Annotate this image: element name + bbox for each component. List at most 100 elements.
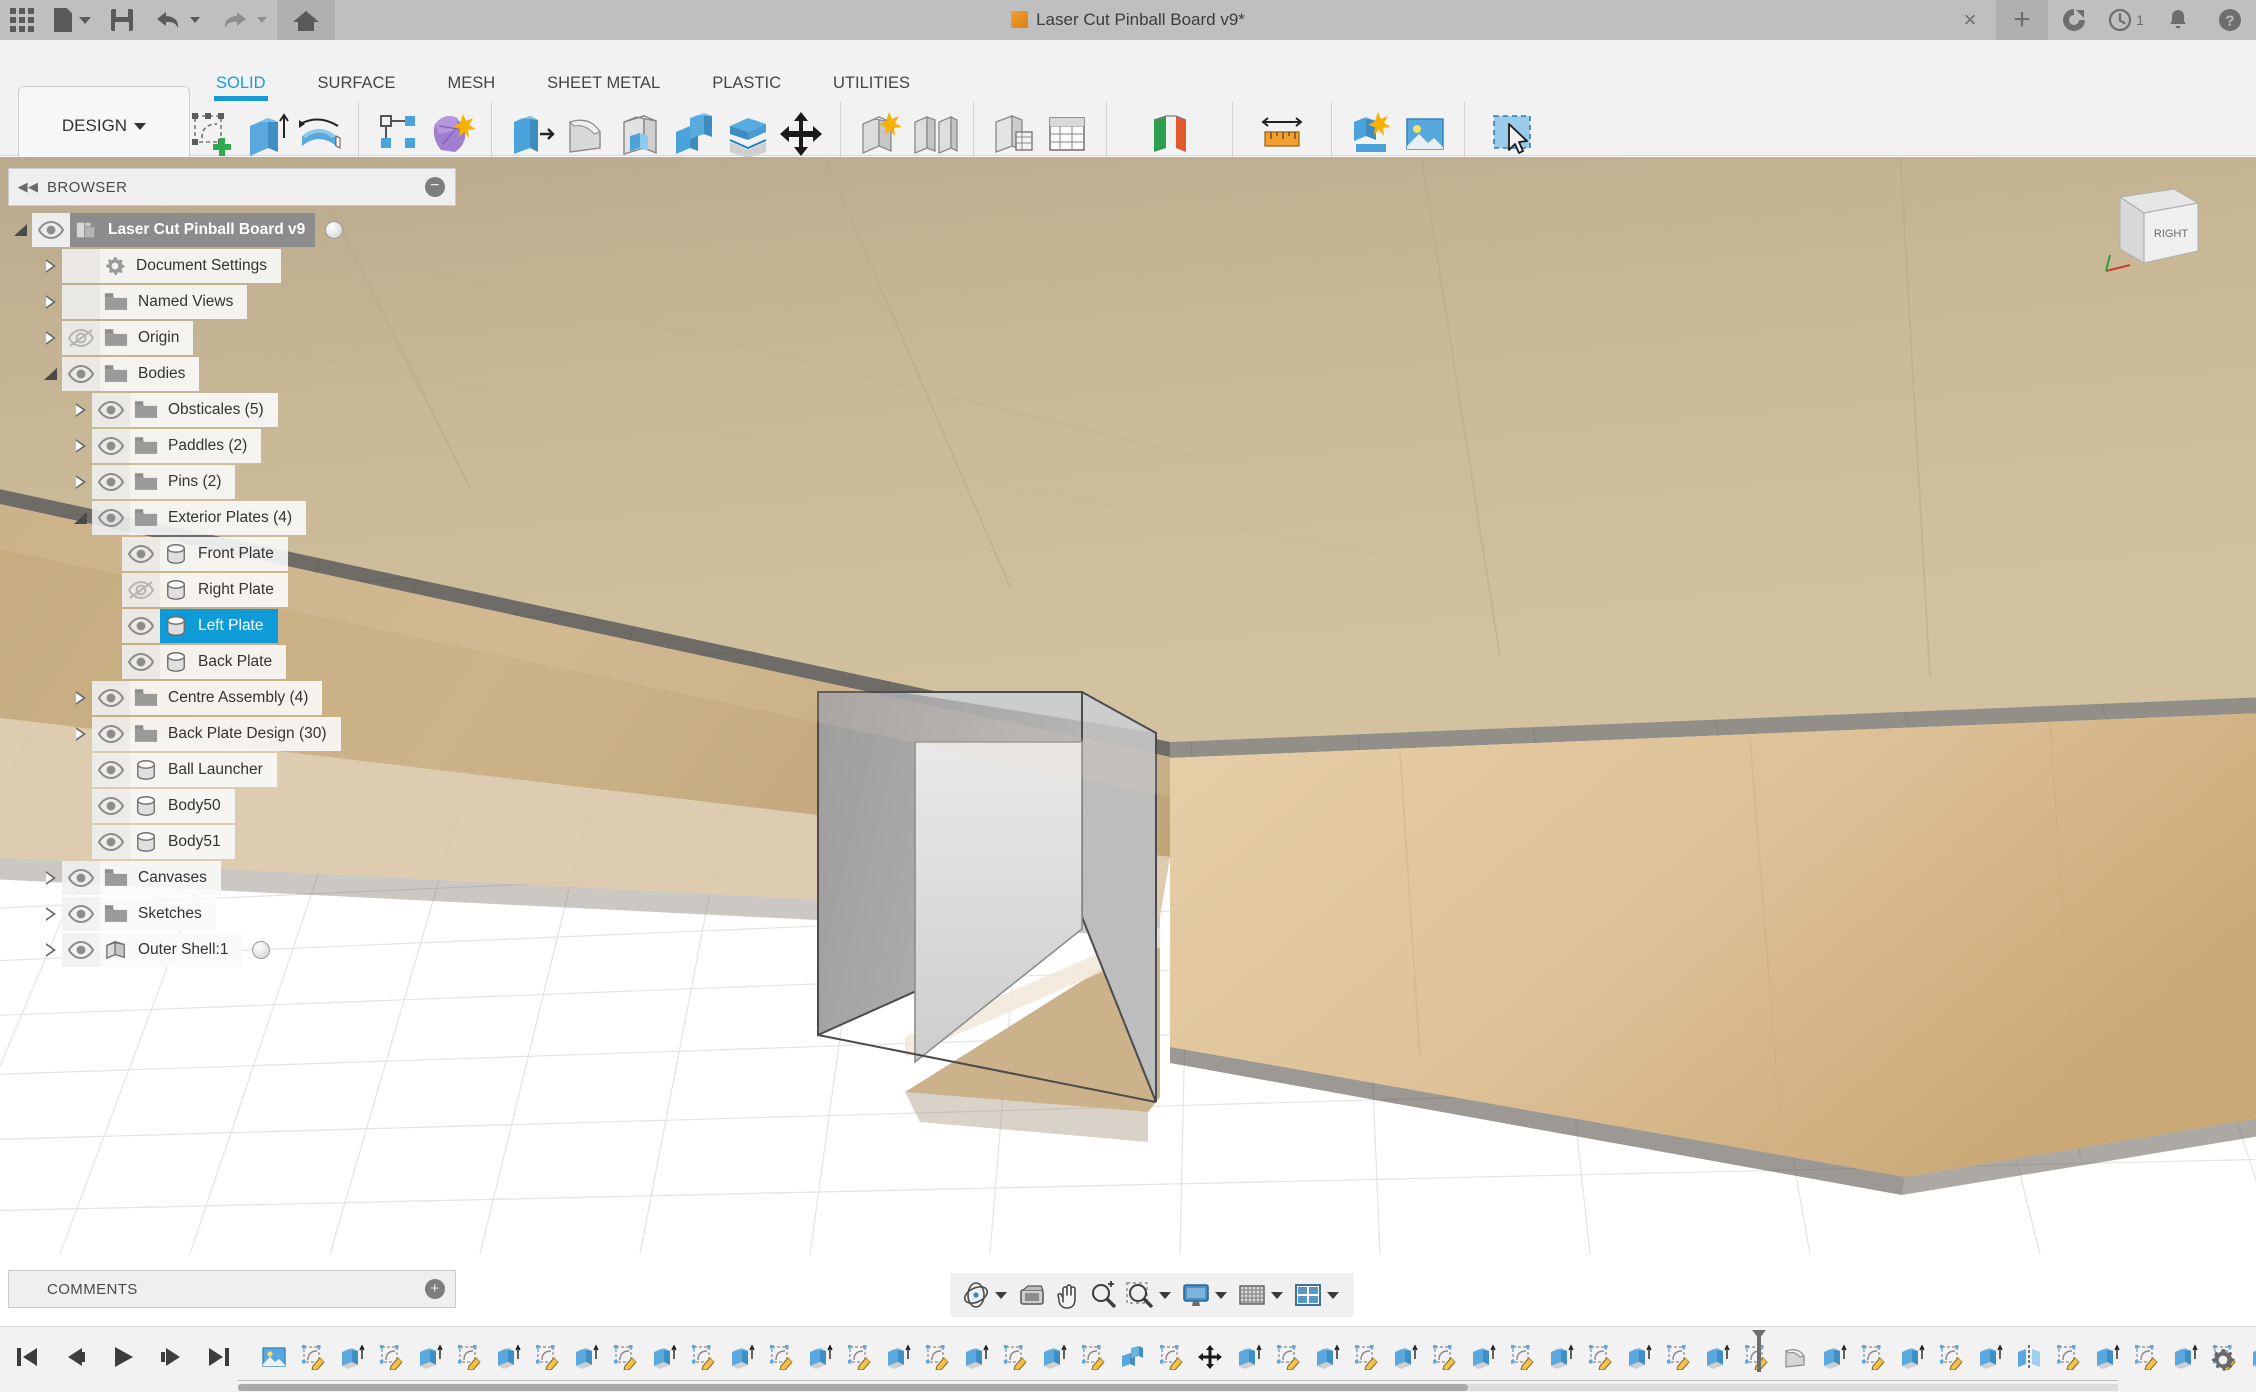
chevron-right-icon[interactable] <box>76 727 86 741</box>
plus-icon[interactable]: + <box>425 1279 445 1299</box>
timeline-feature-37[interactable] <box>1699 1341 1735 1379</box>
timeline-feature-7[interactable] <box>529 1341 565 1379</box>
eye-visible-icon[interactable] <box>92 717 130 751</box>
tree-row-body50[interactable]: Body50 <box>10 788 460 824</box>
eye-visible-icon[interactable] <box>62 357 100 391</box>
offset-plane-icon[interactable] <box>1144 108 1194 160</box>
tree-item-label-wrap[interactable]: Paddles (2) <box>130 429 262 463</box>
tree-item-label-wrap[interactable]: Left Plate <box>160 609 278 643</box>
measure-icon[interactable] <box>1257 108 1307 160</box>
tree-twisty[interactable] <box>10 212 32 248</box>
tree-row-left-plate[interactable]: Left Plate <box>10 608 460 644</box>
tree-twisty[interactable] <box>40 284 62 320</box>
eye-visible-icon[interactable] <box>92 465 130 499</box>
chevron-down-icon[interactable] <box>995 1291 1007 1299</box>
new-tab-button[interactable]: + <box>1996 0 2048 40</box>
tree-twisty[interactable] <box>70 500 92 536</box>
timeline-feature-1[interactable] <box>295 1341 331 1379</box>
eye-visible-icon[interactable] <box>92 429 130 463</box>
tree-row-body51[interactable]: Body51 <box>10 824 460 860</box>
step-forward-icon[interactable] <box>158 1345 184 1374</box>
tree-row-document-settings[interactable]: Document Settings <box>10 248 460 284</box>
tree-item-label-wrap[interactable]: Bodies <box>100 357 200 391</box>
automate-generative-icon[interactable] <box>427 108 477 160</box>
tree-row-obsticales-5[interactable]: Obsticales (5) <box>10 392 460 428</box>
chevron-down-icon[interactable] <box>1159 1291 1171 1299</box>
eye-visible-icon[interactable] <box>122 537 160 571</box>
fillet-icon[interactable] <box>560 108 610 160</box>
tree-twisty[interactable] <box>70 428 92 464</box>
timeline-feature-43[interactable] <box>1933 1341 1969 1379</box>
skip-to-end-icon[interactable] <box>206 1345 232 1374</box>
tree-row-bodies[interactable]: Bodies <box>10 356 460 392</box>
timeline-feature-10[interactable] <box>646 1341 682 1379</box>
chevron-right-icon[interactable] <box>46 295 56 309</box>
timeline-feature-12[interactable] <box>724 1341 760 1379</box>
chevron-right-icon[interactable] <box>46 907 56 921</box>
tree-row-laser-cut-pinball-board-v9[interactable]: Laser Cut Pinball Board v9 <box>10 212 460 248</box>
timeline-feature-13[interactable] <box>763 1341 799 1379</box>
timeline-feature-15[interactable] <box>841 1341 877 1379</box>
chevron-right-icon[interactable] <box>76 475 86 489</box>
tree-item-badge-icon[interactable] <box>252 941 271 959</box>
move-copy-icon[interactable] <box>776 108 826 160</box>
timeline-feature-34[interactable] <box>1582 1341 1618 1379</box>
tree-row-pins-2[interactable]: Pins (2) <box>10 464 460 500</box>
browser-tree[interactable]: Laser Cut Pinball Board v9 Document Setti… <box>10 212 460 968</box>
tree-row-outer-shell-1[interactable]: Outer Shell:1 <box>10 932 460 968</box>
tree-twisty[interactable] <box>40 932 62 968</box>
timeline-feature-51[interactable] <box>2245 1341 2256 1379</box>
file-menu-button[interactable] <box>44 0 101 40</box>
insert-canvas-icon[interactable] <box>1400 108 1450 160</box>
tab-surface[interactable]: SURFACE <box>292 74 422 92</box>
tree-row-origin[interactable]: Origin <box>10 320 460 356</box>
tree-row-paddles-2[interactable]: Paddles (2) <box>10 428 460 464</box>
tree-row-back-plate-design-30[interactable]: Back Plate Design (30) <box>10 716 460 752</box>
tree-twisty[interactable] <box>70 716 92 752</box>
viewports-button[interactable] <box>1290 1275 1326 1315</box>
eye-visible-icon[interactable] <box>92 789 130 823</box>
tree-item-label-wrap[interactable]: Front Plate <box>160 537 288 571</box>
timeline-feature-35[interactable] <box>1621 1341 1657 1379</box>
eye-visible-icon[interactable] <box>62 933 100 967</box>
timeline-feature-4[interactable] <box>412 1341 448 1379</box>
tree-item-label-wrap[interactable]: Body50 <box>130 789 235 823</box>
timeline-feature-21[interactable] <box>1075 1341 1111 1379</box>
timeline-feature-14[interactable] <box>802 1341 838 1379</box>
skip-to-start-icon[interactable] <box>14 1345 40 1374</box>
combine-icon[interactable] <box>668 108 718 160</box>
tree-twisty[interactable] <box>40 320 62 356</box>
tree-item-label-wrap[interactable]: Outer Shell:1 <box>100 933 243 967</box>
tree-row-centre-assembly-4[interactable]: Centre Assembly (4) <box>10 680 460 716</box>
eye-visible-icon[interactable] <box>92 393 130 427</box>
tree-item-badge-icon[interactable] <box>325 221 344 239</box>
eye-visible-icon[interactable] <box>92 501 130 535</box>
tree-item-label-wrap[interactable]: Exterior Plates (4) <box>130 501 307 535</box>
help-button[interactable]: ? <box>2204 0 2256 40</box>
tree-twisty[interactable] <box>40 248 62 284</box>
timeline-feature-46[interactable] <box>2050 1341 2086 1379</box>
tree-row-sketches[interactable]: Sketches <box>10 896 460 932</box>
minus-icon[interactable]: − <box>425 177 445 197</box>
eye-visible-icon[interactable] <box>92 753 130 787</box>
tree-twisty[interactable] <box>40 356 62 392</box>
chevron-right-icon[interactable] <box>76 403 86 417</box>
automate-pattern-icon[interactable] <box>373 108 423 160</box>
timeline-feature-5[interactable] <box>451 1341 487 1379</box>
timeline-feature-28[interactable] <box>1348 1341 1384 1379</box>
timeline-feature-32[interactable] <box>1504 1341 1540 1379</box>
timeline-feature-list[interactable] <box>256 1341 2256 1379</box>
tab-mesh[interactable]: MESH <box>421 74 521 92</box>
timeline-feature-9[interactable] <box>607 1341 643 1379</box>
eye-hidden-icon[interactable] <box>122 573 160 607</box>
timeline-feature-29[interactable] <box>1387 1341 1423 1379</box>
eye-visible-icon[interactable] <box>32 213 70 247</box>
timeline-feature-40[interactable] <box>1816 1341 1852 1379</box>
tab-solid[interactable]: SOLID <box>190 74 292 101</box>
timeline-feature-0[interactable] <box>256 1341 292 1379</box>
tree-row-front-plate[interactable]: Front Plate <box>10 536 460 572</box>
zoom-in-button[interactable] <box>1086 1275 1122 1315</box>
chevron-right-icon[interactable] <box>46 943 56 957</box>
chevron-right-icon[interactable] <box>76 691 86 705</box>
eye-visible-icon[interactable] <box>62 897 100 931</box>
